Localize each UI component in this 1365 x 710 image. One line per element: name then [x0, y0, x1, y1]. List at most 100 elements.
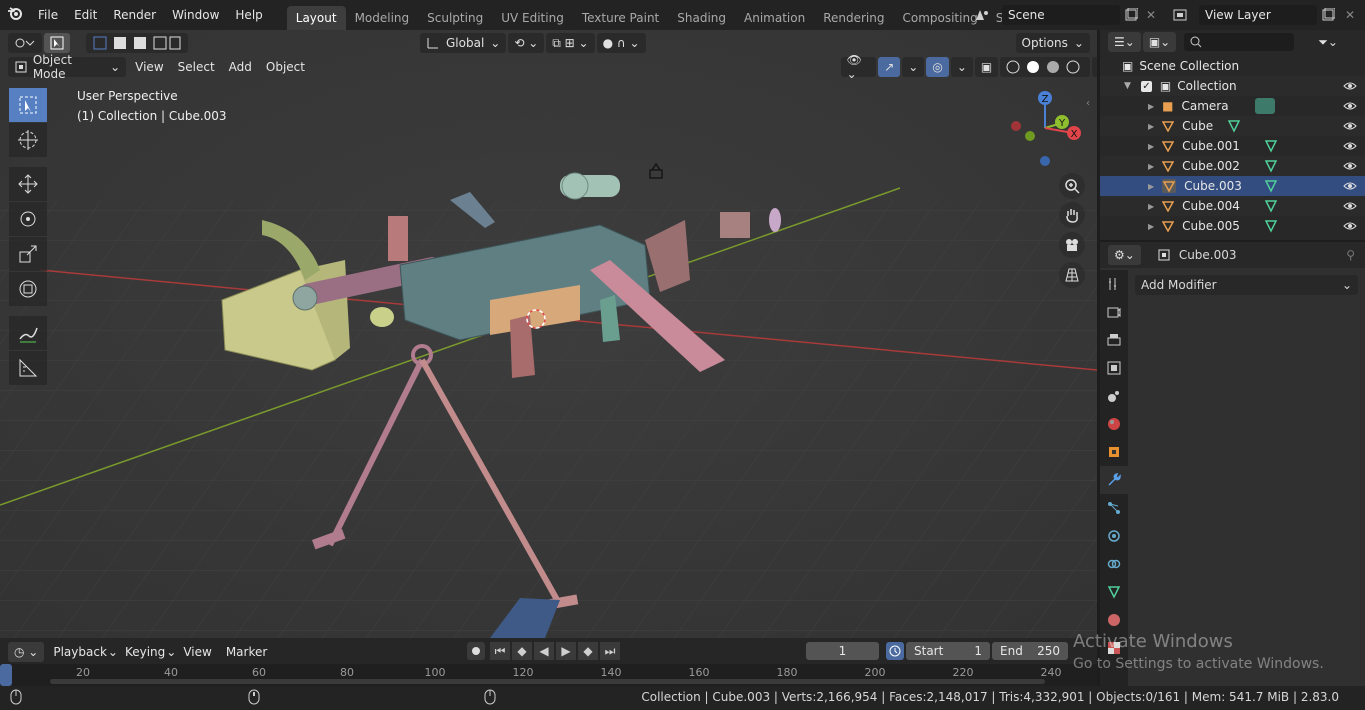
tab-shading[interactable]: Shading — [668, 6, 735, 30]
tab-animation[interactable]: Animation — [735, 6, 814, 30]
navigation-gizmo[interactable]: Z Y X — [1005, 88, 1085, 168]
timeline-editor-type-icon[interactable]: ◷ ⌄ — [8, 642, 45, 662]
eye-icon[interactable] — [1343, 199, 1357, 213]
menu-keying[interactable]: Keying — [118, 642, 172, 662]
tab-texture-paint[interactable]: Texture Paint — [573, 6, 668, 30]
scene-name-field[interactable]: Scene — [1002, 5, 1120, 25]
select-box-tool-icon[interactable] — [9, 88, 47, 122]
menu-view[interactable]: View — [128, 57, 170, 77]
outliner-collection[interactable]: ▼ ✓ ▣ Collection — [1100, 76, 1365, 96]
filter-icon[interactable]: ⏷⌄ — [1312, 32, 1344, 52]
eye-icon[interactable] — [1343, 99, 1357, 113]
add-modifier-dropdown[interactable]: Add Modifier ⌄ — [1135, 275, 1358, 295]
object-mode-dropdown[interactable]: Object Mode ⌄ — [8, 53, 127, 81]
particles-tab-icon[interactable] — [1100, 494, 1128, 522]
timeline-scrollbar[interactable] — [50, 679, 1045, 684]
outliner-item-cube-001[interactable]: ▶ Cube.001 — [1100, 136, 1365, 156]
visibility-icon[interactable]: 👁⌄ — [840, 53, 877, 81]
menu-render[interactable]: Render — [105, 0, 164, 30]
menu-timeline-view[interactable]: View — [176, 642, 218, 662]
gizmo-dropdown-icon[interactable]: ⌄ — [902, 57, 925, 77]
eye-icon[interactable] — [1343, 179, 1357, 193]
3d-viewport[interactable]: Global ⌄ ⟲ ⌄ ⧉ ⊞ ⌄ ● ∩ ⌄ Options ⌄ Objec… — [0, 30, 1097, 638]
view-layer-tab-icon[interactable] — [1100, 354, 1128, 382]
annotate-tool-icon[interactable] — [9, 316, 47, 350]
jump-start-icon[interactable]: ⏮ — [490, 642, 510, 660]
play-icon[interactable]: ▶ — [556, 642, 576, 660]
eye-icon[interactable] — [1343, 139, 1357, 153]
preview-range-icon[interactable] — [886, 642, 904, 660]
tab-rendering[interactable]: Rendering — [814, 6, 893, 30]
scene-selector-icon[interactable] — [972, 5, 992, 25]
material-tab-icon[interactable] — [1100, 606, 1128, 634]
object-tab-icon[interactable] — [1100, 438, 1128, 466]
menu-window[interactable]: Window — [164, 0, 227, 30]
delete-view-layer-icon[interactable]: ✕ — [1340, 5, 1360, 25]
menu-add[interactable]: Add — [222, 57, 259, 77]
menu-file[interactable]: File — [30, 0, 66, 30]
pivot-point-icon[interactable]: ⟲ ⌄ — [508, 33, 545, 53]
modifier-tab-icon[interactable] — [1100, 466, 1128, 494]
next-keyframe-icon[interactable]: ◆ — [578, 642, 598, 660]
sidebar-toggle-icon[interactable]: ‹ — [1086, 98, 1090, 109]
shading-dropdown-icon[interactable]: ⌄ — [1092, 57, 1097, 77]
current-frame-field[interactable]: 1 — [806, 642, 879, 660]
expand-arrow-icon[interactable]: ▼ — [1124, 81, 1131, 91]
tab-uv-editing[interactable]: UV Editing — [492, 6, 573, 30]
outliner-search-input[interactable] — [1184, 33, 1295, 51]
world-tab-icon[interactable] — [1100, 410, 1128, 438]
outliner-item-cube-003[interactable]: ▶ Cube.003 — [1100, 176, 1365, 196]
outliner-item-cube-002[interactable]: ▶ Cube.002 — [1100, 156, 1365, 176]
new-view-layer-icon[interactable] — [1318, 5, 1338, 25]
tab-layout[interactable]: Layout — [286, 6, 346, 30]
outliner-scene-collection[interactable]: ▣ Scene Collection — [1100, 56, 1365, 76]
tab-modeling[interactable]: Modeling — [346, 6, 419, 30]
eye-icon[interactable] — [1343, 159, 1357, 173]
scale-tool-icon[interactable] — [9, 237, 47, 271]
perspective-toggle-icon[interactable] — [1059, 262, 1085, 288]
playhead[interactable] — [0, 664, 12, 686]
outliner-item-camera[interactable]: ▶ ■ Camera — [1100, 96, 1365, 116]
physics-tab-icon[interactable] — [1100, 522, 1128, 550]
prev-keyframe-icon[interactable]: ◆ — [512, 642, 532, 660]
menu-marker[interactable]: Marker — [219, 642, 274, 662]
view-layer-icon[interactable] — [1170, 5, 1190, 25]
options-dropdown[interactable]: Options ⌄ — [1015, 33, 1090, 53]
select-tool-icon[interactable] — [44, 33, 70, 53]
outliner-item-cube[interactable]: ▶ Cube — [1100, 116, 1365, 136]
new-scene-icon[interactable] — [1121, 5, 1141, 25]
pan-hand-icon[interactable] — [1059, 202, 1085, 228]
delete-scene-icon[interactable]: ✕ — [1141, 5, 1161, 25]
zoom-icon[interactable] — [1059, 173, 1085, 199]
scene-tab-icon[interactable] — [1100, 382, 1128, 410]
properties-editor-type-icon[interactable]: ⚙⌄ — [1108, 245, 1141, 265]
shading-modes-icons[interactable] — [1000, 57, 1091, 77]
overlay-dropdown-icon[interactable]: ⌄ — [950, 57, 973, 77]
outliner-item-cube-004[interactable]: ▶ Cube.004 — [1100, 196, 1365, 216]
frame-ruler[interactable]: 20 40 60 80 100 120 140 160 180 200 220 … — [0, 664, 1097, 686]
tab-sculpting[interactable]: Sculpting — [418, 6, 492, 30]
editor-type-icon[interactable] — [8, 33, 42, 53]
eye-icon[interactable] — [1343, 219, 1357, 233]
display-mode-icon[interactable]: ▣⌄ — [1142, 32, 1177, 52]
transform-tool-icon[interactable] — [9, 272, 47, 306]
jump-end-icon[interactable]: ⏭ — [600, 642, 620, 660]
snap-icon[interactable]: ⧉ ⊞ ⌄ — [546, 33, 595, 53]
measure-tool-icon[interactable] — [9, 351, 47, 385]
view-layer-field[interactable]: View Layer — [1199, 5, 1317, 25]
move-tool-icon[interactable] — [9, 167, 47, 201]
menu-select[interactable]: Select — [171, 57, 222, 77]
checkbox-icon[interactable]: ✓ — [1140, 80, 1152, 92]
data-tab-icon[interactable] — [1100, 578, 1128, 606]
tool-tab-icon[interactable] — [1100, 270, 1128, 298]
selection-mode-icons[interactable] — [86, 33, 188, 53]
menu-edit[interactable]: Edit — [66, 0, 105, 30]
blender-logo-icon[interactable] — [0, 5, 30, 25]
menu-playback[interactable]: Playback — [46, 642, 114, 662]
eye-icon[interactable] — [1343, 79, 1357, 93]
start-frame-field[interactable]: Start 1 — [906, 642, 990, 660]
play-reverse-icon[interactable]: ◀ — [534, 642, 554, 660]
transform-orientation-dropdown[interactable]: Global ⌄ — [420, 33, 507, 53]
camera-view-icon[interactable] — [1059, 232, 1085, 258]
pin-icon[interactable]: ⚲ — [1346, 248, 1355, 262]
